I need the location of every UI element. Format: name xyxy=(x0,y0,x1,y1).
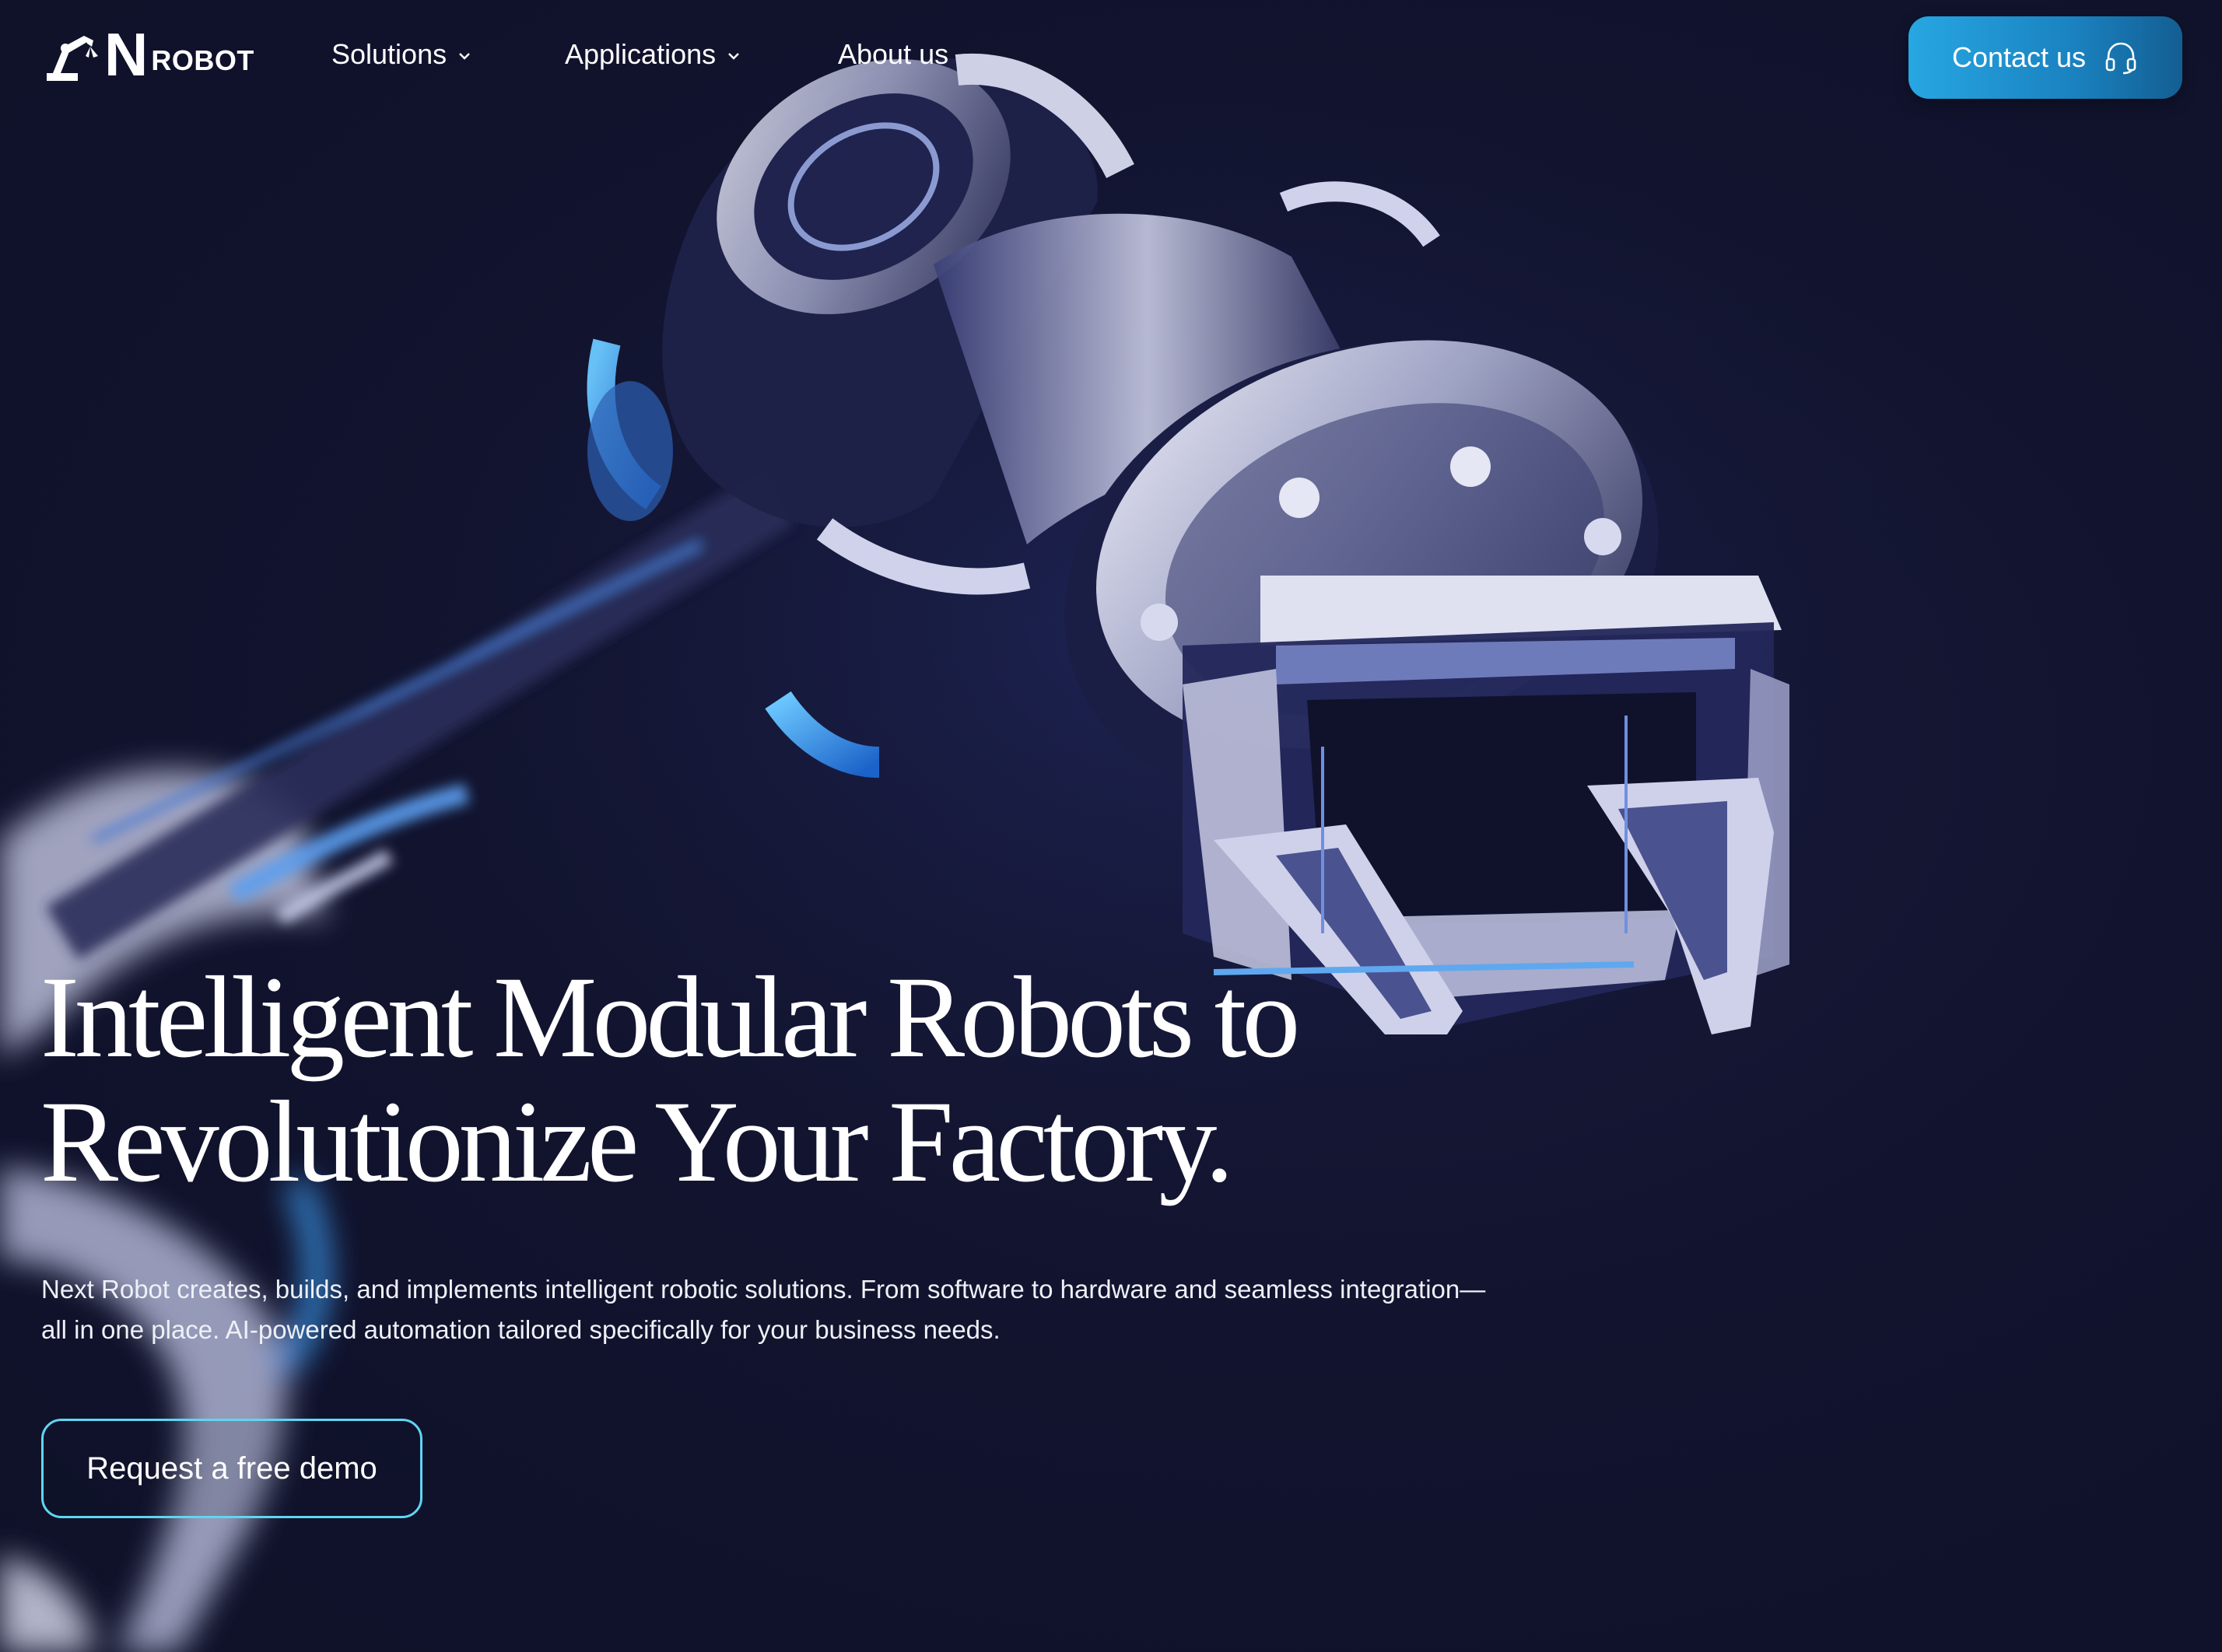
brand-logo[interactable]: N ROBOT xyxy=(44,20,254,89)
hero-description-line-1: Next Robot creates, builds, and implemen… xyxy=(41,1275,1486,1304)
nav-solutions[interactable]: Solutions xyxy=(331,37,471,72)
contact-us-label: Contact us xyxy=(1951,41,2087,73)
logo-letter: N xyxy=(104,20,148,89)
robot-arm-logo-icon xyxy=(47,36,98,81)
hero-title: Intelligent Modular Robots to Revolution… xyxy=(40,955,1519,1204)
hero-title-line-1: Intelligent Modular Robots to xyxy=(40,953,1300,1082)
chevron-down-icon xyxy=(459,53,470,60)
nav-about-us-label: About us xyxy=(838,38,949,70)
request-demo-button[interactable]: Request a free demo xyxy=(41,1419,422,1518)
nav-applications-label: Applications xyxy=(565,38,717,70)
hero-description-line-2: all in one place. AI-powered automation … xyxy=(41,1315,1001,1344)
contact-us-button[interactable]: Contact us xyxy=(1908,16,2182,99)
nav-solutions-label: Solutions xyxy=(331,38,447,70)
landing-page: N ROBOT Solutions Applications About us … xyxy=(0,0,2222,1652)
hero-description: Next Robot creates, builds, and implemen… xyxy=(41,1269,1597,1350)
logo-word: ROBOT xyxy=(151,44,254,76)
robot-arm-image xyxy=(0,0,2023,1652)
headset-icon xyxy=(2105,42,2136,75)
nav-applications[interactable]: Applications xyxy=(565,37,741,72)
nav-about-us[interactable]: About us xyxy=(838,37,948,72)
request-demo-label: Request a free demo xyxy=(86,1451,377,1486)
top-navbar: N ROBOT Solutions Applications About us … xyxy=(0,0,2222,117)
hero-title-line-2: Revolutionize Your Factory. xyxy=(40,1077,1234,1206)
chevron-down-icon xyxy=(728,53,740,60)
